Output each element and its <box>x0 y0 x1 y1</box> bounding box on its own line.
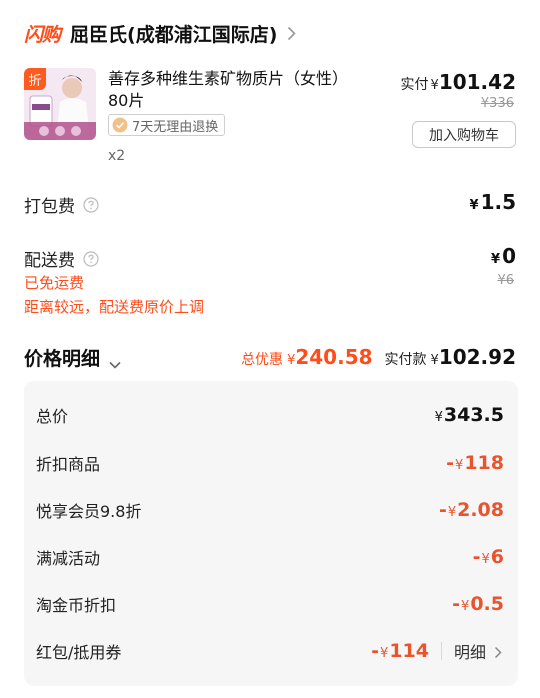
value-sign: - <box>438 499 447 521</box>
delivery-fee-value: 0 <box>502 244 516 268</box>
chevron-down-icon[interactable] <box>108 353 122 369</box>
breakdown-value: - ¥0.5 <box>452 593 504 615</box>
product-image[interactable]: 折 <box>24 68 96 140</box>
currency-symbol: ¥ <box>481 552 490 567</box>
delivery-original-price: ¥6 <box>497 273 514 288</box>
value-sign: - <box>472 546 481 568</box>
breakdown-label: 悦享会员9.8折 <box>36 502 142 521</box>
chevron-right-icon[interactable] <box>287 23 299 43</box>
breakdown-row-full-reduction: 满减活动 - ¥6 <box>36 542 504 572</box>
store-name[interactable]: 屈臣氏(成都浦江国际店) <box>70 20 277 47</box>
breakdown-label: 总价 <box>36 407 69 426</box>
price-summary: 总优惠 ¥240.58 实付款 ¥102.92 <box>241 345 516 369</box>
original-price: ¥336 <box>480 96 514 111</box>
store-header[interactable]: 闪购 屈臣氏(成都浦江国际店) <box>24 18 299 48</box>
total-paid-label: 实付款 <box>384 352 427 368</box>
breakdown-label: 红包/抵用券 <box>36 643 122 662</box>
product-paid-price: 实付 ¥ 101.42 <box>401 70 516 94</box>
value-amount: 0.5 <box>470 593 504 615</box>
flash-purchase-logo: 闪购 <box>24 23 61 46</box>
currency-symbol: ¥ <box>380 646 389 661</box>
price-detail-title: 价格明细 <box>24 348 101 370</box>
breakdown-value: - ¥2.08 <box>439 499 504 521</box>
breakdown-row-discount-items: 折扣商品 - ¥118 <box>36 448 504 478</box>
currency-symbol: ¥ <box>491 252 501 267</box>
add-to-cart-button[interactable]: 加入购物车 <box>412 121 516 148</box>
paid-amount: 101.42 <box>438 70 516 94</box>
breakdown-row-coin-discount: 淘金币折扣 - ¥0.5 <box>36 589 504 619</box>
return-policy-badge: 7天无理由退换 <box>108 114 226 136</box>
breakdown-row-member-discount: 悦享会员9.8折 - ¥2.08 <box>36 495 504 525</box>
product-title[interactable]: 善存多种维生素矿物质片（女性）80片 <box>108 68 356 112</box>
currency-symbol: ¥ <box>430 78 439 93</box>
delivery-fee-amount: ¥ 0 <box>491 244 516 268</box>
discount-tag: 折 <box>24 68 46 90</box>
value-sign: - <box>371 640 380 662</box>
breakdown-label: 满减活动 <box>36 549 101 568</box>
distance-surcharge-note: 距离较远，配送费原价上调 <box>24 298 205 316</box>
product-quantity: x2 <box>108 148 126 164</box>
breakdown-row-coupons[interactable]: 红包/抵用券 - ¥114 明细 <box>36 636 504 666</box>
currency-symbol: ¥ <box>447 505 457 520</box>
value-amount: 6 <box>490 546 504 568</box>
divider <box>440 642 442 660</box>
value-sign: - <box>452 593 461 615</box>
value-amount: 114 <box>389 640 429 662</box>
total-discount-label: 总优惠 <box>241 352 284 368</box>
return-policy-text: 7天无理由退换 <box>132 119 219 135</box>
total-paid-amount: ¥102.92 <box>431 345 516 369</box>
currency-symbol: ¥ <box>461 599 470 614</box>
help-icon[interactable] <box>83 250 99 267</box>
breakdown-value: - ¥118 <box>446 452 504 474</box>
delivery-fee-row: 配送费 <box>24 246 99 271</box>
total-paid-value: 102.92 <box>438 345 516 369</box>
total-discount-amount: ¥240.58 <box>287 345 372 369</box>
coupon-value-group[interactable]: - ¥114 明细 <box>371 639 504 663</box>
currency-symbol: ¥ <box>430 353 439 368</box>
paid-label: 实付 <box>400 77 429 93</box>
currency-symbol: ¥ <box>469 198 479 213</box>
help-icon[interactable] <box>83 196 99 213</box>
delivery-fee-label: 配送费 <box>24 251 75 271</box>
breakdown-label: 折扣商品 <box>36 455 101 474</box>
price-breakdown-panel: 总价 ¥343.5 折扣商品 - ¥118 悦享会员9.8折 - ¥2.08 满减活… <box>24 381 518 686</box>
price-detail-toggle[interactable]: 价格明细 <box>24 344 122 371</box>
value-amount: 2.08 <box>457 499 504 521</box>
packing-fee-label: 打包费 <box>24 197 75 217</box>
breakdown-value: - ¥114 <box>371 640 429 662</box>
packing-fee-amount: ¥ 1.5 <box>470 190 516 214</box>
breakdown-value: - ¥6 <box>473 546 504 568</box>
breakdown-label: 淘金币折扣 <box>36 596 117 615</box>
check-shield-icon <box>112 117 128 133</box>
breakdown-value: ¥343.5 <box>434 404 504 426</box>
breakdown-row-total: 总价 ¥343.5 <box>36 400 504 430</box>
detail-link-label: 明细 <box>453 643 486 662</box>
value-amount: 343.5 <box>443 404 504 426</box>
currency-symbol: ¥ <box>434 410 443 425</box>
value-amount: 118 <box>464 452 504 474</box>
free-shipping-note: 已免运费 <box>24 274 85 292</box>
packing-fee-value: 1.5 <box>480 190 516 214</box>
total-discount-value: 240.58 <box>295 345 373 369</box>
value-sign: - <box>446 452 455 474</box>
chevron-right-icon <box>494 644 504 659</box>
currency-symbol: ¥ <box>455 458 464 473</box>
packing-fee-row: 打包费 <box>24 192 99 217</box>
coupon-detail-link[interactable]: 明细 <box>454 639 504 663</box>
